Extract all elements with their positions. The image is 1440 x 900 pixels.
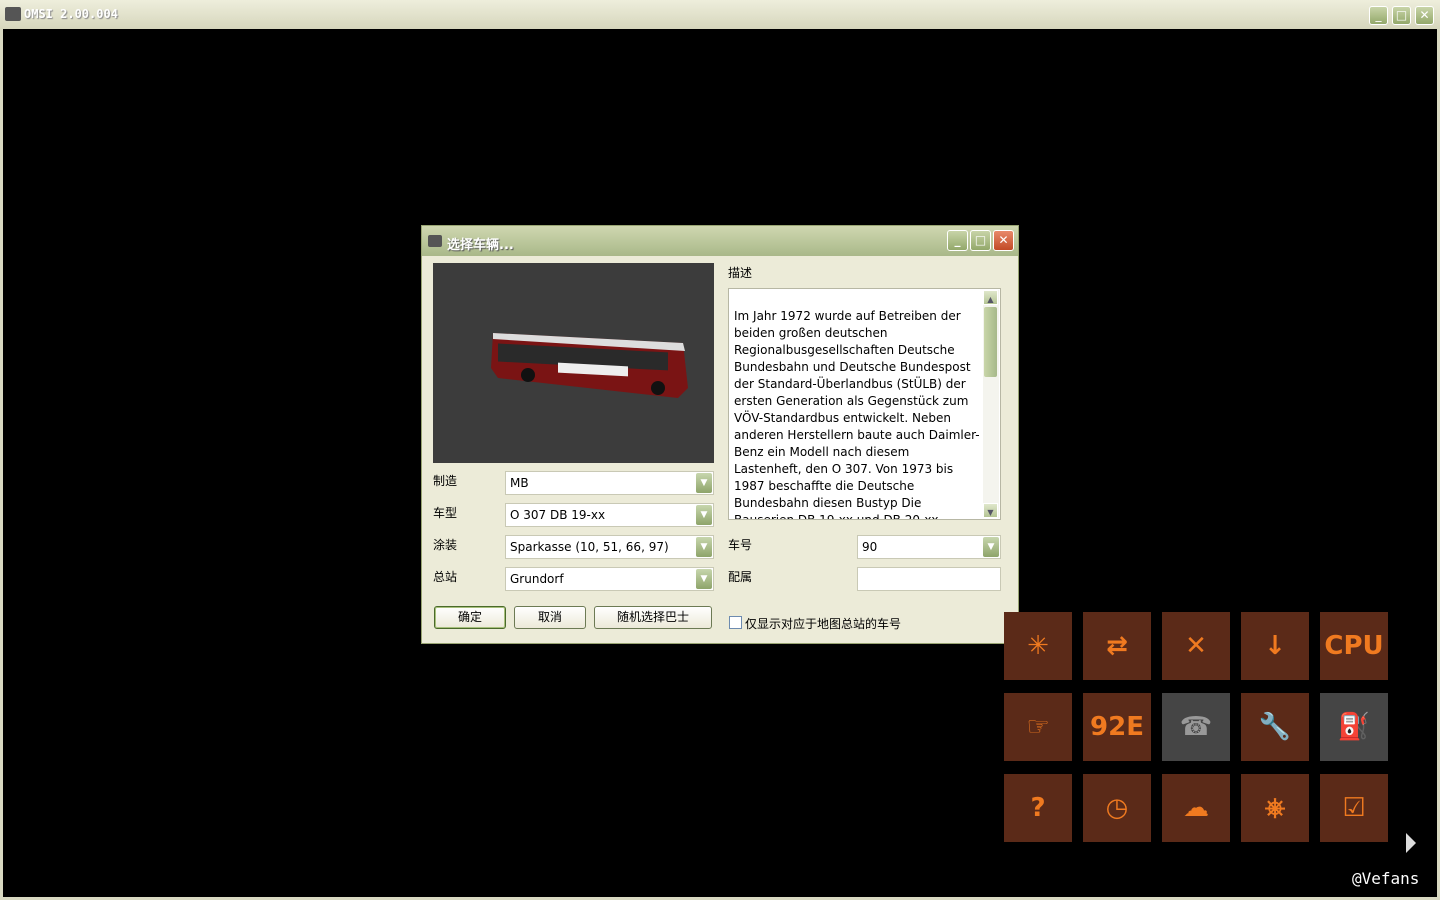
bus-remove-icon[interactable]: ✕ [1162, 612, 1230, 680]
assignment-input[interactable] [857, 567, 1001, 591]
number-label: 车号 [728, 538, 753, 552]
livery-select[interactable]: Sparkasse (10, 51, 66, 97) ▼ [505, 535, 714, 559]
bus-drop-icon[interactable]: ↓ [1241, 612, 1309, 680]
vehicle-preview[interactable] [433, 263, 714, 463]
dialog-minimize-button[interactable]: _ [947, 230, 968, 251]
close-button[interactable]: ✕ [1415, 6, 1434, 25]
model-select[interactable]: O 307 DB 19-xx ▼ [505, 503, 714, 527]
description-label: 描述 [728, 266, 753, 280]
scroll-up-icon[interactable]: ▲ [983, 290, 998, 305]
chevron-down-icon[interactable]: ▼ [983, 537, 999, 557]
bus-light-icon[interactable]: ✳ [1004, 612, 1072, 680]
chevron-down-icon[interactable]: ▼ [696, 569, 712, 589]
manufacturer-value: MB [510, 476, 529, 490]
chevron-down-icon[interactable]: ▼ [696, 505, 712, 525]
scroll-down-icon[interactable]: ▼ [983, 503, 998, 518]
dialog-maximize-button[interactable]: □ [970, 230, 991, 251]
maximize-button[interactable]: □ [1392, 6, 1411, 25]
number-select[interactable]: 90 ▼ [857, 535, 1001, 559]
app-title: OMSI 2.00.004 [24, 7, 118, 21]
weather-icon[interactable]: ☁ [1162, 774, 1230, 842]
controls-icon[interactable]: ⎈ [1241, 774, 1309, 842]
depot-filter-label[interactable]: 仅显示对应于地图总站的车号 [745, 615, 901, 632]
help-arrow-icon[interactable]: ? [1004, 774, 1072, 842]
depot-label: 总站 [433, 570, 458, 584]
number-value: 90 [862, 540, 878, 554]
dialog-close-button[interactable]: ✕ [993, 230, 1014, 251]
depot-value: Grundorf [510, 572, 564, 586]
cancel-button[interactable]: 取消 [514, 606, 586, 629]
description-textbox[interactable]: Im Jahr 1972 wurde auf Betreiben der bei… [728, 288, 1001, 520]
minimize-button[interactable]: _ [1369, 6, 1388, 25]
app-titlebar: OMSI 2.00.004 _ □ ✕ [0, 0, 1440, 29]
checklist-icon[interactable]: ☑ [1320, 774, 1388, 842]
livery-label: 涂装 [433, 538, 458, 552]
model-value: O 307 DB 19-xx [510, 508, 606, 522]
assignment-label: 配属 [728, 570, 753, 584]
watermark: @Vefans [1352, 869, 1420, 888]
emergency-call-icon[interactable]: ☎ [1162, 693, 1230, 761]
manufacturer-label: 制造 [433, 474, 458, 488]
depot-filter-checkbox[interactable] [729, 616, 742, 629]
dialog-title: 选择车辆... [447, 238, 514, 253]
app-bus-icon [5, 7, 21, 21]
clock-icon[interactable]: ◷ [1083, 774, 1151, 842]
description-scrollbar[interactable]: ▲ ▼ [983, 290, 999, 518]
select-vehicle-dialog: 选择车辆... _ □ ✕ 制造 MB ▼ 车型 O 307 DB 19-xx ▼ … [421, 225, 1019, 644]
ok-button[interactable]: 确定 [434, 606, 506, 629]
fuel-icon[interactable]: ⛽ [1320, 693, 1388, 761]
livery-value: Sparkasse (10, 51, 66, 97) [510, 540, 669, 554]
dialog-titlebar[interactable]: 选择车辆... _ □ ✕ [422, 226, 1018, 256]
depot-select[interactable]: Grundorf ▼ [505, 567, 714, 591]
random-bus-button[interactable]: 随机选择巴士 [594, 606, 712, 629]
repair-icon[interactable]: 🔧 [1241, 693, 1309, 761]
bus-model-image [491, 333, 688, 398]
next-page-icon[interactable] [1406, 833, 1416, 853]
bus-cpu-icon[interactable]: CPU [1320, 612, 1388, 680]
chevron-down-icon[interactable]: ▼ [696, 537, 712, 557]
manufacturer-select[interactable]: MB ▼ [505, 471, 714, 495]
description-text: Im Jahr 1972 wurde auf Betreiben der bei… [734, 309, 980, 520]
scroll-thumb[interactable] [984, 307, 997, 377]
bus-icon [428, 235, 442, 247]
model-label: 车型 [433, 506, 458, 520]
chevron-down-icon[interactable]: ▼ [696, 473, 712, 493]
timetable-icon[interactable]: ☞ [1004, 693, 1072, 761]
bus-switch-icon[interactable]: ⇄ [1083, 612, 1151, 680]
route-display-icon[interactable]: 92E [1083, 693, 1151, 761]
